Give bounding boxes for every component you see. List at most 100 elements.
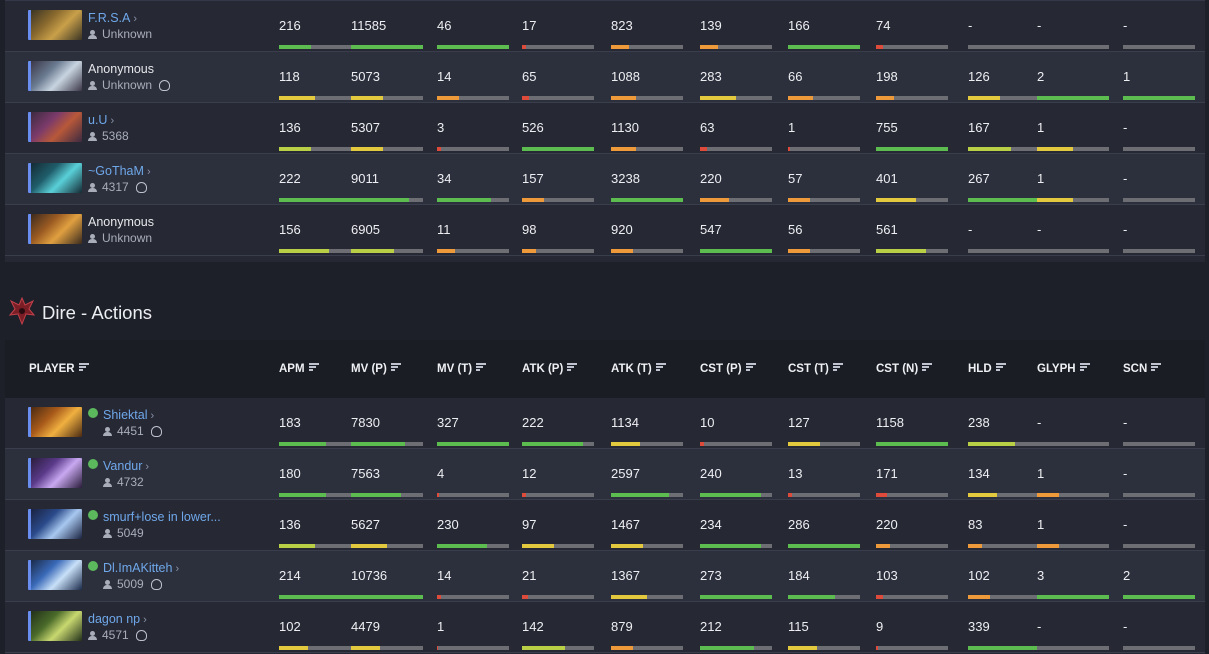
- stat-bar-fill: [351, 595, 423, 599]
- stat-bar-fill: [279, 198, 351, 202]
- sort-header-mv-p[interactable]: MV (P): [351, 363, 401, 375]
- stat-bar-fill: [611, 147, 637, 151]
- stat-value: -: [1037, 415, 1042, 430]
- sort-header-player[interactable]: PLAYER: [29, 363, 89, 375]
- hero-portrait[interactable]: [28, 214, 82, 244]
- stat-bar: [437, 442, 509, 446]
- stat-bar: [1037, 493, 1109, 497]
- stat-bar: [351, 45, 423, 49]
- player-name[interactable]: smurf+lose in lower...: [103, 510, 221, 524]
- stat-atk-t: 920: [611, 205, 683, 256]
- stat-bar: [876, 198, 948, 202]
- stat-bar-fill: [351, 249, 395, 253]
- sort-header-cst-n[interactable]: CST (N): [876, 363, 933, 375]
- stat-apm: 180: [279, 449, 351, 500]
- sort-header-atk-p[interactable]: ATK (P): [522, 363, 578, 375]
- stat-value: 339: [968, 619, 990, 634]
- player-rank-value: 4732: [117, 475, 144, 489]
- stat-bar: [351, 544, 423, 548]
- stat-bar-fill: [351, 198, 409, 202]
- stat-value: 2: [1123, 568, 1131, 583]
- stat-scn: -: [1123, 1, 1195, 52]
- player-name: Anonymous: [88, 62, 154, 76]
- stat-scn: -: [1123, 602, 1195, 653]
- stat-bar-fill: [437, 646, 439, 650]
- player-name[interactable]: ~GoThaM ›: [88, 164, 151, 178]
- sort-header-mv-t[interactable]: MV (T): [437, 363, 487, 375]
- stat-value: 220: [876, 517, 898, 532]
- stat-bar-fill: [788, 198, 810, 202]
- player-name[interactable]: Vandur ›: [103, 459, 149, 473]
- stat-value: -: [1123, 120, 1128, 135]
- stat-bar-fill: [611, 493, 669, 497]
- hero-portrait[interactable]: [28, 10, 82, 40]
- stat-value: 136: [279, 517, 301, 532]
- stat-bar: [351, 198, 423, 202]
- stat-bar-fill: [968, 493, 997, 497]
- stat-bar-fill: [788, 45, 860, 49]
- stat-bar: [876, 595, 948, 599]
- stat-value: 57: [788, 171, 803, 186]
- stat-value: 103: [876, 568, 898, 583]
- sort-header-apm[interactable]: APM: [279, 363, 319, 375]
- stat-value: 7563: [351, 466, 380, 481]
- stat-bar-fill: [437, 198, 491, 202]
- stat-value: 216: [279, 18, 301, 33]
- stat-bar: [968, 147, 1040, 151]
- stat-bar-fill: [279, 544, 315, 548]
- stat-value: 234: [700, 517, 722, 532]
- sort-header-scn[interactable]: SCN: [1123, 363, 1162, 375]
- stat-mv-p: 5627: [351, 500, 423, 551]
- stat-bar: [700, 45, 772, 49]
- stat-mv-p: 7830: [351, 398, 423, 449]
- stat-cst-n: 755: [876, 103, 948, 154]
- sort-header-atk-t[interactable]: ATK (T): [611, 363, 666, 375]
- hero-portrait[interactable]: [28, 112, 82, 142]
- sort-header-hld[interactable]: HLD: [968, 363, 1006, 375]
- stat-mv-t: 327: [437, 398, 509, 449]
- stat-bar-fill: [788, 442, 821, 446]
- stat-atk-t: 1367: [611, 551, 683, 602]
- player-name[interactable]: Shiektal ›: [103, 408, 154, 422]
- player-name-text: F.R.S.A: [88, 11, 131, 25]
- player-name[interactable]: dagon np ›: [88, 612, 147, 626]
- hero-portrait[interactable]: [28, 61, 82, 91]
- stat-cst-t: 184: [788, 551, 860, 602]
- hero-portrait[interactable]: [28, 407, 82, 437]
- sort-header-glyph[interactable]: GLYPH: [1037, 363, 1090, 375]
- stat-bar-fill: [611, 96, 637, 100]
- hero-portrait[interactable]: [28, 611, 82, 641]
- stat-bar-fill: [279, 45, 312, 49]
- stat-atk-p: 157: [522, 154, 594, 205]
- stat-bar-fill: [437, 147, 441, 151]
- stat-bar: [788, 646, 860, 650]
- sort-header-cst-p[interactable]: CST (P): [700, 363, 756, 375]
- player-rank-value: Unknown: [102, 78, 153, 92]
- player-rank: 4732: [103, 475, 144, 489]
- hero-portrait[interactable]: [28, 458, 82, 488]
- stat-glyph: 1: [1037, 154, 1109, 205]
- stat-cst-p: 240: [700, 449, 772, 500]
- stat-bar-fill: [522, 493, 526, 497]
- player-name[interactable]: F.R.S.A ›: [88, 11, 137, 25]
- header-label: CST (N): [876, 363, 919, 375]
- player-name[interactable]: u.U ›: [88, 113, 114, 127]
- stat-bar-fill: [700, 45, 718, 49]
- hero-portrait[interactable]: [28, 509, 82, 539]
- stat-bar: [788, 96, 860, 100]
- stat-bar-fill: [522, 45, 526, 49]
- hero-portrait[interactable]: [28, 560, 82, 590]
- stat-cst-n: 74: [876, 1, 948, 52]
- player-name[interactable]: Dl.ImAKitteh ›: [103, 561, 179, 575]
- header-label: PLAYER: [29, 363, 75, 375]
- sort-header-cst-t[interactable]: CST (T): [788, 363, 843, 375]
- stat-value: 547: [700, 222, 722, 237]
- stat-bar: [1037, 544, 1109, 548]
- stat-bar: [700, 646, 772, 650]
- rank-medal-icon: [135, 630, 147, 641]
- table-row: F.R.S.A › Unknown 216 11585 46 17 823 139 166 74 - -…: [5, 1, 1205, 52]
- stat-value: -: [1037, 619, 1042, 634]
- stat-value: 823: [611, 18, 633, 33]
- hero-portrait[interactable]: [28, 163, 82, 193]
- stat-mv-t: 14: [437, 52, 509, 103]
